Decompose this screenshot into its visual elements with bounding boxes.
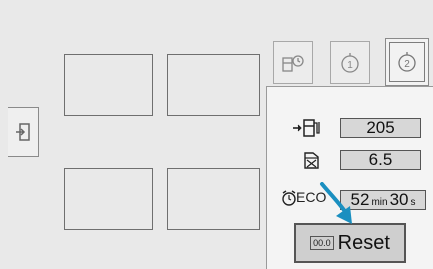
trip-computer-screen: 1 2 205 6.5 ECO 52 min 30 s 00.0 Reset (0, 0, 433, 269)
tab-trip-2[interactable]: 2 (385, 38, 429, 86)
empty-tile-top-left[interactable] (64, 54, 153, 116)
empty-tile-top-right[interactable] (167, 54, 260, 116)
tab-fuel-info[interactable] (273, 41, 313, 84)
trip-timer-2-icon: 2 (398, 52, 416, 72)
exit-icon (16, 123, 30, 141)
eco-minutes-unit: min (371, 197, 388, 208)
empty-tile-bottom-left[interactable] (64, 168, 153, 230)
fuel-trip-icon (282, 54, 304, 72)
trip-timer-1-icon: 1 (341, 52, 359, 73)
reset-label: Reset (337, 231, 390, 254)
consumption-value: 6.5 (340, 150, 421, 170)
pointer-arrow-icon (320, 182, 352, 224)
svg-text:1: 1 (347, 60, 353, 71)
reset-button[interactable]: 00.0 Reset (294, 223, 406, 263)
exit-button[interactable] (8, 107, 39, 157)
range-value: 205 (340, 118, 421, 138)
svg-text:2: 2 (404, 59, 410, 70)
eco-seconds-unit: s (410, 197, 416, 208)
tab-trip-1[interactable]: 1 (330, 41, 370, 84)
reset-counter-icon: 00.0 (310, 236, 334, 250)
empty-tile-bottom-right[interactable] (167, 168, 260, 230)
eco-timer-icon (282, 190, 296, 206)
consumption-icon (304, 152, 319, 169)
eco-seconds: 30 (389, 190, 409, 209)
tab-trip-2-frame: 2 (389, 42, 425, 82)
fuel-range-icon (293, 119, 320, 137)
